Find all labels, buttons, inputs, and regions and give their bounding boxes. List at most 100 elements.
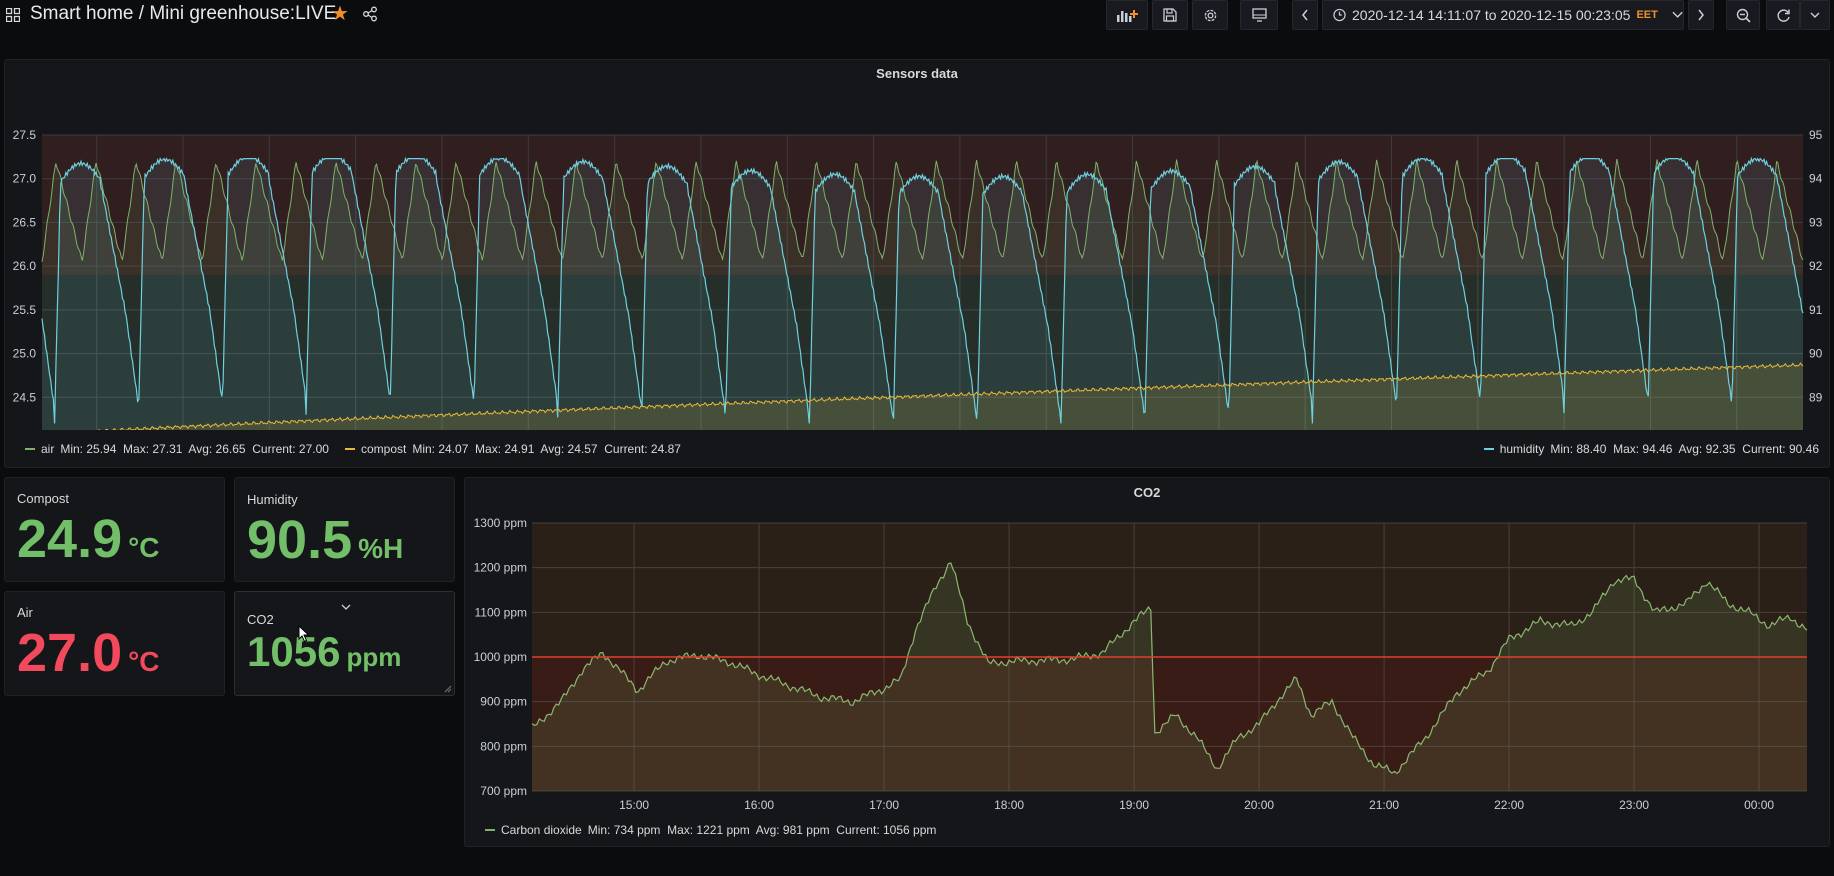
time-back-icon: [1302, 9, 1308, 21]
settings-icon: [1204, 9, 1216, 21]
co2-x-tick: 17:00: [869, 798, 899, 812]
co2-x-tick: 16:00: [744, 798, 774, 812]
sensors-chart[interactable]: 24.024.525.025.526.026.527.027.588899091…: [5, 90, 1829, 430]
refresh-icon: [1777, 8, 1790, 22]
legend-name-compost: compost: [360, 442, 407, 456]
time-shift-forward-button[interactable]: [1688, 0, 1714, 30]
air-stat-value: 27.0 °C: [17, 622, 160, 684]
clock-icon: [1333, 8, 1346, 22]
save-dashboard-button[interactable]: [1152, 0, 1188, 30]
co2-x-tick: 22:00: [1494, 798, 1524, 812]
air-stat-title[interactable]: Air: [17, 605, 33, 620]
sensors-y-right-tick: 95: [1809, 128, 1823, 142]
co2-y-tick: 1100 ppm: [475, 605, 527, 619]
legend-swatch-compost: [344, 448, 355, 450]
sensors-y-left-tick: 27.0: [13, 172, 37, 186]
time-forward-icon: [1698, 9, 1704, 21]
air-unit: °C: [128, 646, 160, 677]
co2-x-tick: 19:00: [1119, 798, 1149, 812]
humidity-stat-panel: Humidity 90.5 %H: [234, 477, 455, 582]
co2-stat-value: 1056 ppm: [247, 628, 401, 676]
mouse-cursor-icon: [298, 625, 310, 643]
time-range-picker[interactable]: 2020-12-14 14:11:07 to 2020-12-15 00:23:…: [1322, 0, 1684, 30]
add-panel-button[interactable]: [1106, 0, 1148, 30]
co2-stat-panel: CO2 1056 ppm: [234, 591, 455, 696]
legend-name-carbon-dioxide: Carbon dioxide: [501, 823, 582, 837]
legend-stats-carbon-dioxide: Min: 734 ppm Max: 1221 ppm Avg: 981 ppm …: [587, 823, 937, 837]
sensors-y-left-tick: 26.0: [13, 259, 37, 273]
legend-name-air: air: [41, 442, 55, 456]
legend-item-air[interactable]: air Min: 25.94 Max: 27.31 Avg: 26.65 Cur…: [25, 442, 329, 456]
co2-y-tick: 900 ppm: [480, 695, 527, 709]
sensors-y-right-tick: 94: [1809, 172, 1823, 186]
co2-value: 1056: [247, 628, 341, 675]
zoom-out-icon: [1736, 8, 1751, 23]
humidity-value: 90.5: [247, 510, 353, 570]
air-stat-panel: Air 27.0 °C: [4, 591, 225, 696]
top-bar: Smart home / Mini greenhouse:LIVE ★ 2020…: [0, 0, 1834, 30]
sensors-panel-title[interactable]: Sensors data: [5, 66, 1829, 81]
tv-mode-icon: [1251, 8, 1267, 22]
share-icon[interactable]: [362, 6, 378, 22]
sensors-plot-group: 24.024.525.025.526.026.527.027.588899091…: [13, 128, 1823, 430]
refresh-button[interactable]: [1766, 0, 1800, 30]
legend-stats-compost: Min: 24.07 Max: 24.91 Avg: 24.57 Current…: [412, 442, 681, 456]
legend-item-humidity[interactable]: humidity Min: 88.40 Max: 94.46 Avg: 92.3…: [1483, 442, 1819, 456]
sensors-legend-right: humidity Min: 88.40 Max: 94.46 Avg: 92.3…: [1483, 442, 1829, 456]
co2-legend: Carbon dioxide Min: 734 ppm Max: 1221 pp…: [485, 823, 946, 837]
co2-chart[interactable]: 700 ppm 800 ppm 900 ppm 1000 ppm 1100 ppm 120…: [465, 508, 1829, 828]
sensors-data-panel: Sensors data 24.024.525.025.526.026.527.…: [4, 59, 1830, 468]
chevron-down-icon: [1672, 11, 1683, 18]
co2-unit: ppm: [346, 642, 402, 672]
legend-item-carbon-dioxide[interactable]: Carbon dioxide Min: 734 ppm Max: 1221 pp…: [485, 823, 936, 837]
co2-panel-title[interactable]: CO2: [465, 485, 1829, 500]
dashboard-breadcrumb[interactable]: Smart home / Mini greenhouse:LIVE: [30, 3, 336, 25]
legend-name-humidity: humidity: [1499, 442, 1545, 456]
humidity-unit: %H: [358, 533, 404, 564]
co2-y-tick: 1200 ppm: [474, 561, 527, 575]
zoom-out-button[interactable]: [1726, 0, 1760, 30]
co2-x-tick: 18:00: [994, 798, 1024, 812]
save-icon: [1163, 8, 1177, 22]
humidity-stat-value: 90.5 %H: [247, 509, 403, 571]
resize-handle-icon[interactable]: [444, 685, 452, 693]
compost-stat-title[interactable]: Compost: [17, 491, 69, 506]
legend-swatch-carbon-dioxide: [485, 829, 495, 831]
co2-x-tick: 15:00: [619, 798, 649, 812]
co2-y-tick: 1300 ppm: [474, 516, 527, 530]
sensors-y-right-tick: 90: [1809, 347, 1823, 361]
sensors-y-left-tick: 27.5: [13, 128, 37, 142]
sensors-y-left-tick: 26.5: [13, 215, 37, 229]
sensors-y-left-tick: 25.0: [13, 347, 37, 361]
legend-swatch-air: [25, 448, 35, 450]
co2-x-tick: 23:00: [1619, 798, 1649, 812]
co2-x-tick: 20:00: [1244, 798, 1274, 812]
star-icon[interactable]: ★: [331, 4, 349, 24]
time-shift-back-button[interactable]: [1292, 0, 1318, 30]
panel-menu-chevron-icon[interactable]: [341, 604, 351, 611]
sensors-y-right-tick: 89: [1809, 390, 1823, 404]
dashboard-settings-button[interactable]: [1192, 0, 1228, 30]
co2-stat-title[interactable]: CO2: [247, 612, 274, 627]
apps-icon[interactable]: [6, 8, 20, 22]
sensors-y-left-tick: 25.5: [13, 303, 37, 317]
humidity-stat-title[interactable]: Humidity: [247, 492, 298, 507]
sensors-legend-left: air Min: 25.94 Max: 27.31 Avg: 26.65 Cur…: [25, 442, 691, 456]
co2-x-tick: 00:00: [1744, 798, 1774, 812]
compost-unit: °C: [128, 532, 160, 563]
co2-chart-panel: CO2 700 ppm 800 ppm 900 ppm 1000 ppm 1100 pp…: [464, 477, 1830, 847]
co2-y-tick: 800 ppm: [480, 739, 527, 753]
legend-stats-humidity: Min: 88.40 Max: 94.46 Avg: 92.35 Current…: [1550, 442, 1819, 456]
co2-plot-group: 700 ppm 800 ppm 900 ppm 1000 ppm 1100 ppm 120…: [474, 516, 1808, 812]
compost-stat-panel: Compost 24.9 °C: [4, 477, 225, 582]
sensors-y-right-tick: 91: [1809, 303, 1823, 317]
co2-y-tick: 1000 ppm: [474, 650, 527, 664]
tv-mode-button[interactable]: [1240, 0, 1278, 30]
legend-item-compost[interactable]: compost Min: 24.07 Max: 24.91 Avg: 24.57…: [344, 442, 681, 456]
legend-swatch-humidity: [1483, 448, 1494, 450]
add-panel-icon: [1117, 10, 1138, 22]
sensors-y-right-tick: 92: [1809, 259, 1823, 273]
time-range-text: 2020-12-14 14:11:07 to 2020-12-15 00:23:…: [1352, 7, 1631, 23]
refresh-interval-picker[interactable]: [1800, 0, 1830, 30]
air-value: 27.0: [17, 623, 123, 683]
